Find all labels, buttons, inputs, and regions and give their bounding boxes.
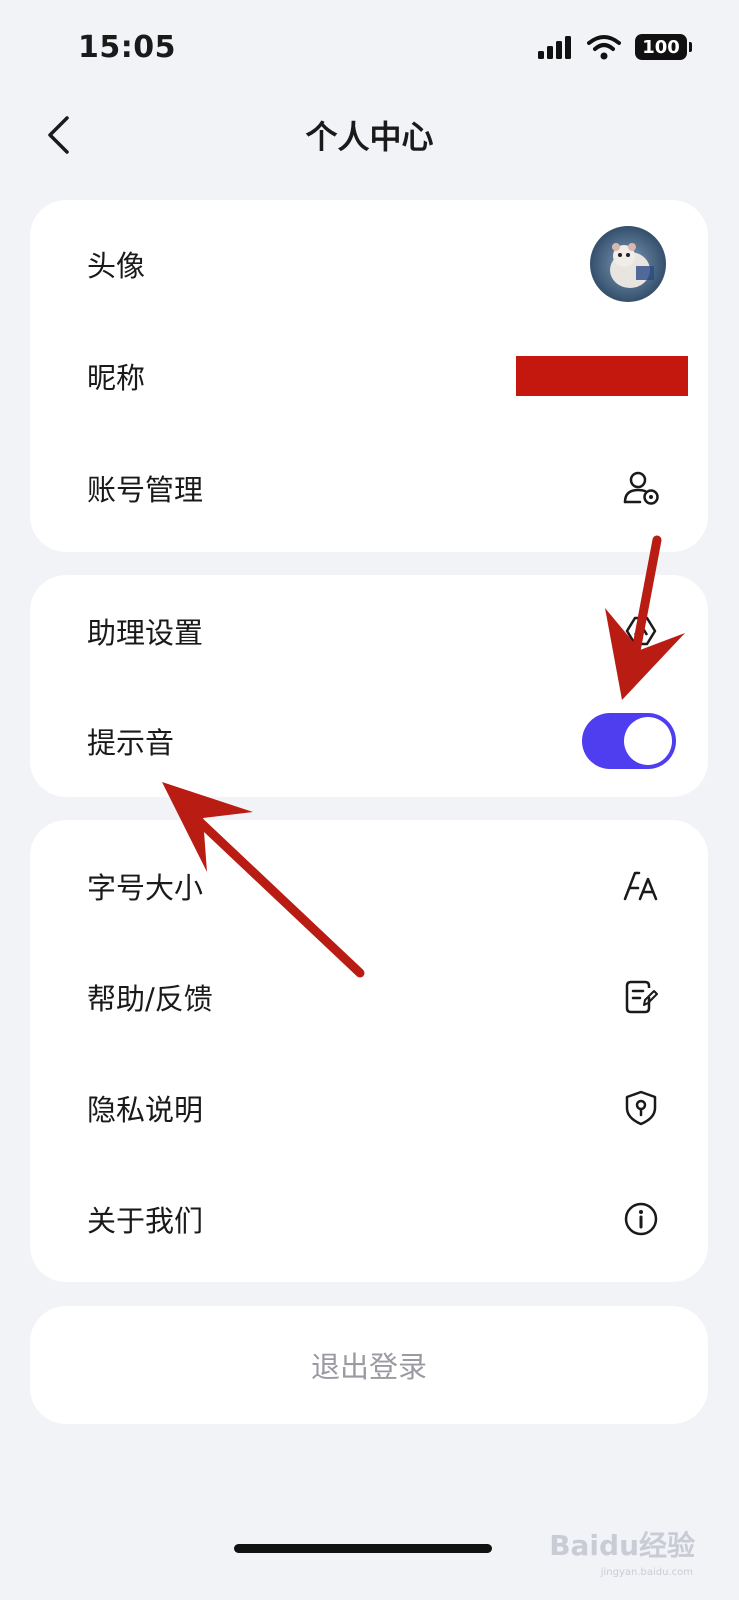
status-bar: 15:05 100 [0, 0, 739, 100]
home-indicator [234, 1544, 492, 1553]
font-size-label: 字号大小 [87, 871, 204, 905]
watermark-url: jingyan.baidu.com [600, 1567, 693, 1578]
nav-bar: 个人中心 [0, 100, 739, 170]
avatar-label: 头像 [87, 249, 146, 283]
user-settings-icon [623, 471, 659, 505]
privacy-shield-icon [625, 1090, 657, 1126]
avatar [590, 226, 666, 302]
wifi-icon [587, 35, 621, 60]
page-title: 个人中心 [305, 118, 434, 156]
assistant-card: 助理设置 提示音 [30, 575, 708, 797]
status-time: 15:05 [78, 30, 176, 65]
assistant-icon [625, 616, 657, 646]
notification-sound-toggle[interactable] [582, 713, 676, 769]
font-size-icon [623, 871, 658, 901]
about-us-label: 关于我们 [87, 1204, 204, 1238]
nickname-row[interactable]: 昵称 [30, 320, 708, 432]
font-size-row[interactable]: 字号大小 [30, 830, 708, 942]
account-management-row[interactable]: 账号管理 [30, 432, 708, 544]
info-icon [624, 1202, 658, 1236]
privacy-row[interactable]: 隐私说明 [30, 1052, 708, 1164]
logout-label: 退出登录 [310, 1350, 427, 1384]
toggle-knob [624, 717, 672, 765]
profile-card: 头像 昵称 账号管理 [30, 200, 708, 552]
signal-icon [538, 36, 571, 59]
notification-sound-label: 提示音 [87, 726, 175, 760]
account-management-label: 账号管理 [87, 473, 204, 507]
help-feedback-row[interactable]: 帮助/反馈 [30, 941, 708, 1053]
battery-indicator: 100 [635, 34, 692, 60]
status-icons: 100 [537, 34, 692, 60]
assistant-settings-row[interactable]: 助理设置 [30, 575, 708, 687]
feedback-edit-icon [625, 980, 658, 1014]
privacy-label: 隐私说明 [87, 1093, 204, 1127]
general-card: 字号大小 帮助/反馈 隐私说明 关于我们 [30, 820, 708, 1282]
notification-sound-row: 提示音 [30, 685, 708, 797]
logout-button[interactable]: 退出登录 [30, 1306, 708, 1424]
about-us-row[interactable]: 关于我们 [30, 1163, 708, 1275]
nickname-redaction [516, 356, 688, 396]
hamster-avatar-image [610, 243, 654, 288]
assistant-settings-label: 助理设置 [87, 616, 204, 650]
help-feedback-label: 帮助/反馈 [87, 982, 213, 1016]
nickname-label: 昵称 [87, 361, 146, 395]
avatar-row[interactable]: 头像 [30, 208, 708, 320]
baidu-watermark: Baidu经验 [549, 1529, 695, 1562]
